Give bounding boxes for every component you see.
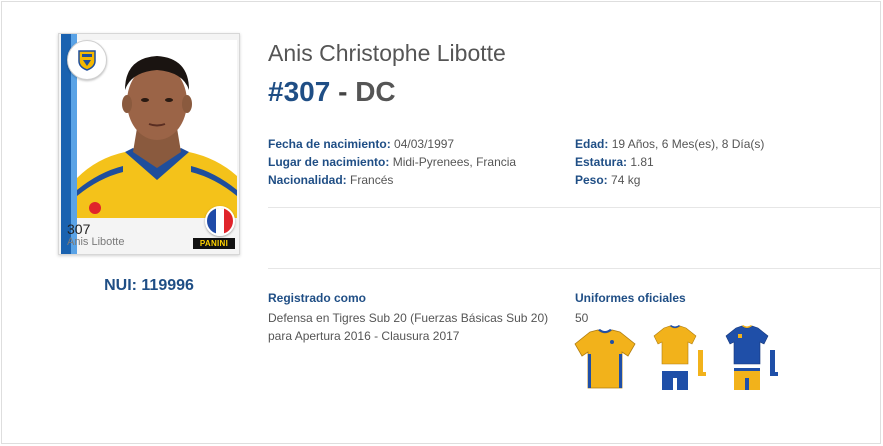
- player-position: DC: [355, 76, 396, 107]
- panini-logo: PANINI: [193, 238, 235, 249]
- facts-left: Fecha de nacimiento: 04/03/1997 Lugar de…: [268, 135, 516, 189]
- registration-text: Defensa en Tigres Sub 20 (Fuerzas Básica…: [268, 311, 549, 343]
- facts-right: Edad: 19 Años, 6 Mes(es), 8 Día(s) Estat…: [575, 135, 764, 189]
- fact-birthplace: Lugar de nacimiento: Midi-Pyrenees, Fran…: [268, 155, 517, 169]
- number-separator: -: [338, 76, 348, 107]
- nui-id: NUI: 119996: [104, 277, 194, 294]
- uniforms-title: Uniformes oficiales: [575, 291, 686, 305]
- fact-age: Edad: 19 Años, 6 Mes(es), 8 Día(s): [575, 137, 765, 151]
- player-sticker-card: 307 Anis Libotte PANINI: [58, 33, 240, 255]
- registration-title: Registrado como: [268, 291, 367, 305]
- fact-weight: Peso: 74 kg: [575, 173, 641, 187]
- uniforms-count: 50: [575, 311, 589, 325]
- fact-nationality: Nacionalidad: Francés: [268, 173, 394, 187]
- divider: [268, 268, 880, 269]
- uniform-kit-blue-icon[interactable]: [724, 324, 780, 401]
- club-crest-icon: [67, 40, 107, 80]
- fact-birthdate: Fecha de nacimiento: 04/03/1997: [268, 137, 455, 151]
- sticker-number: 307: [67, 221, 91, 237]
- player-name: Anis Christophe Libotte: [268, 40, 506, 66]
- france-flag-icon: [205, 206, 235, 236]
- player-number-position: #307 - DC: [268, 76, 396, 108]
- fact-height: Estatura: 1.81: [575, 155, 654, 169]
- divider: [268, 207, 880, 208]
- uniform-kit-gold-icon[interactable]: [652, 324, 708, 401]
- player-profile-panel: 307 Anis Libotte PANINI NUI: 119996 Anis…: [1, 1, 881, 444]
- player-number: #307: [268, 76, 331, 107]
- sticker-name: Anis Libotte: [67, 236, 125, 248]
- uniform-shirt-gold-icon[interactable]: [572, 324, 638, 397]
